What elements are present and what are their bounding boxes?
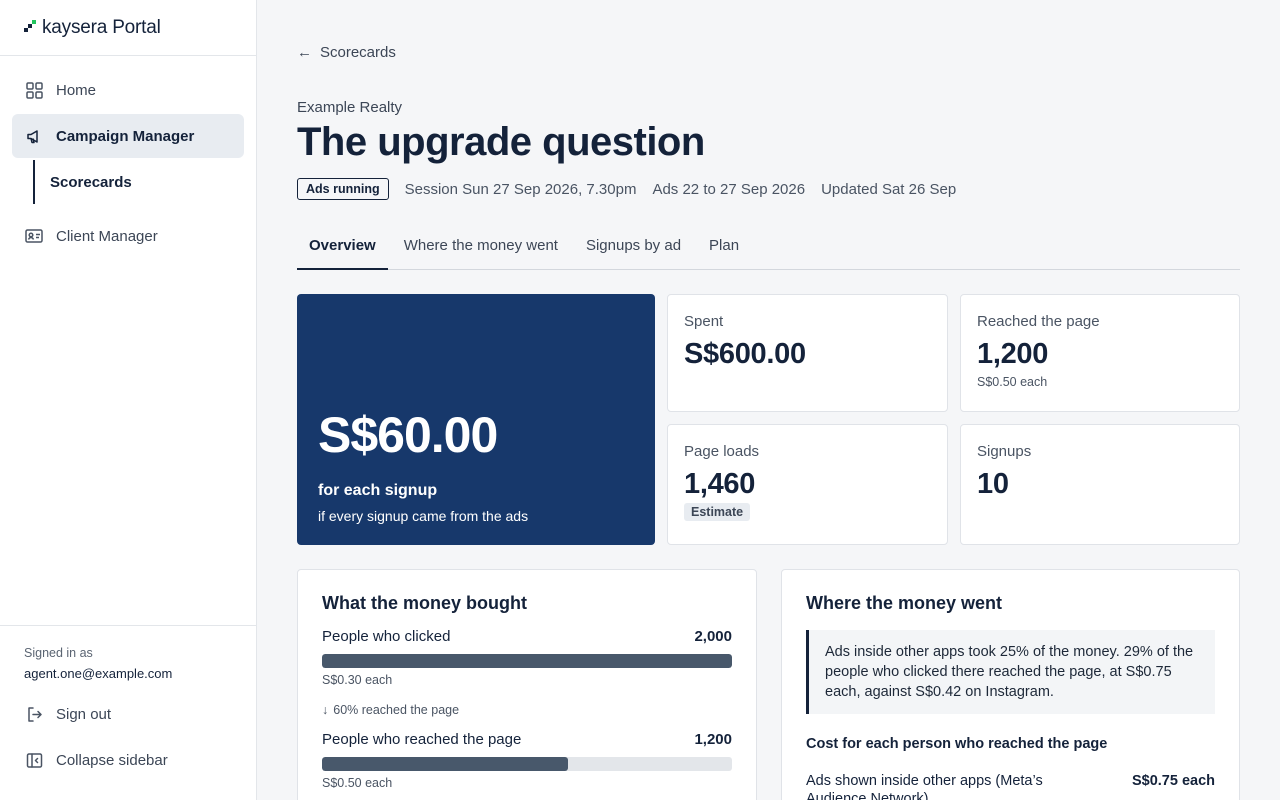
stat-label: Page loads bbox=[684, 443, 760, 460]
sidebar-item-campaign-manager[interactable]: Campaign Manager bbox=[12, 114, 244, 158]
reached-page-card: Reached the page 1,200 S$0.50 each bbox=[960, 294, 1240, 412]
money-went-card: Where the money went Ads inside other ap… bbox=[781, 569, 1240, 800]
stat-label: Reached the page bbox=[977, 313, 1100, 330]
sidebar-item-client-manager[interactable]: Client Manager bbox=[12, 214, 244, 258]
funnel-note: S$0.30 each bbox=[322, 673, 393, 687]
sidebar-subitem-scorecards[interactable]: Scorecards bbox=[33, 160, 244, 204]
collapse-sidebar-label: Collapse sidebar bbox=[56, 751, 168, 769]
sidebar-item-label: Client Manager bbox=[56, 227, 158, 245]
tab-plan[interactable]: Plan bbox=[697, 226, 751, 270]
funnel-label: People who reached the page bbox=[322, 731, 522, 748]
sidebar: kaysera Portal Home Campaign Manager Sco… bbox=[0, 0, 257, 800]
stat-label: Spent bbox=[684, 313, 724, 330]
sign-out-icon bbox=[25, 705, 43, 723]
stat-value: S$600.00 bbox=[684, 338, 806, 370]
session-date: Session Sun 27 Sep 2026, 7.30pm bbox=[404, 180, 637, 198]
cost-per-signup-note: if every signup came from the ads bbox=[318, 508, 529, 524]
cost-row: Ads shown inside other apps (Meta’s Audi… bbox=[806, 772, 1215, 800]
sidebar-subitem-label: Scorecards bbox=[50, 173, 132, 191]
stat-value: 1,200 bbox=[977, 338, 1049, 370]
brand-logo-icon bbox=[24, 19, 36, 32]
signups-card: Signups 10 bbox=[960, 424, 1240, 545]
funnel-note: S$0.50 each bbox=[322, 776, 393, 790]
page-loads-card: Page loads 1,460 Estimate bbox=[667, 424, 948, 545]
sidebar-item-home[interactable]: Home bbox=[12, 68, 244, 112]
id-card-icon bbox=[25, 227, 43, 245]
funnel-label: People who clicked bbox=[322, 628, 451, 645]
stat-label: Signups bbox=[977, 443, 1032, 460]
meta-row: Ads running Session Sun 27 Sep 2026, 7.3… bbox=[297, 178, 972, 200]
card-title: Where the money went bbox=[806, 593, 1003, 613]
tab-bar: Overview Where the money went Signups by… bbox=[297, 226, 1240, 270]
sidebar-item-label: Campaign Manager bbox=[56, 127, 195, 145]
funnel-drop-note: ↓ 60% reached the page bbox=[322, 703, 732, 717]
tab-signups-by-ad[interactable]: Signups by ad bbox=[574, 226, 693, 270]
cost-value: S$0.75 each bbox=[1131, 773, 1215, 789]
cost-per-signup-value: S$60.00 bbox=[318, 407, 498, 463]
client-name: Example Realty bbox=[297, 99, 403, 116]
sidebar-item-label: Home bbox=[56, 81, 97, 99]
grid-icon bbox=[25, 81, 43, 99]
sidebar-footer: Signed in as agent.one@example.com Sign … bbox=[0, 625, 256, 800]
ads-date-range: Ads 22 to 27 Sep 2026 bbox=[652, 180, 806, 198]
funnel-bar-fill bbox=[322, 654, 732, 668]
updated-date: Updated Sat 26 Sep bbox=[821, 180, 957, 198]
funnel-value: 1,200 bbox=[694, 731, 732, 748]
arrow-down-icon: ↓ bbox=[322, 703, 329, 717]
stat-value: 10 bbox=[977, 468, 1009, 500]
signed-in-label: Signed in as bbox=[24, 646, 93, 660]
funnel-value: 2,000 bbox=[694, 628, 732, 645]
cost-subhead: Cost for each person who reached the pag… bbox=[806, 736, 1108, 752]
funnel-bar-track bbox=[322, 654, 732, 668]
back-link-label: Scorecards bbox=[320, 44, 396, 61]
page-title: The upgrade question bbox=[297, 120, 705, 164]
megaphone-icon bbox=[25, 127, 43, 145]
signed-in-email: agent.one@example.com bbox=[24, 666, 173, 681]
tab-overview[interactable]: Overview bbox=[297, 226, 388, 270]
status-badge: Ads running bbox=[297, 178, 389, 200]
sign-out-label: Sign out bbox=[56, 705, 112, 723]
brand-name: kaysera Portal bbox=[42, 16, 161, 38]
sign-out-button[interactable]: Sign out bbox=[0, 691, 256, 737]
stat-sub: S$0.50 each bbox=[977, 375, 1048, 389]
cost-per-signup-card: S$60.00 for each signup if every signup … bbox=[297, 294, 655, 545]
brand[interactable]: kaysera Portal bbox=[0, 0, 256, 56]
cost-per-signup-label: for each signup bbox=[318, 482, 438, 499]
funnel-bar-track bbox=[322, 757, 732, 771]
stat-value: 1,460 bbox=[684, 468, 756, 500]
funnel-row-clicked: People who clicked 2,000 bbox=[322, 628, 732, 645]
money-bought-card: What the money bought People who clicked… bbox=[297, 569, 757, 800]
card-title: What the money bought bbox=[322, 593, 527, 613]
funnel-bar-fill bbox=[322, 757, 568, 771]
cost-label: Ads shown inside other apps (Meta’s Audi… bbox=[806, 773, 1043, 800]
drop-note-text: 60% reached the page bbox=[333, 703, 460, 717]
back-to-scorecards-link[interactable]: ← Scorecards bbox=[297, 44, 396, 61]
arrow-left-icon: ← bbox=[297, 44, 312, 61]
tab-where-the-money-went[interactable]: Where the money went bbox=[392, 226, 570, 270]
funnel-row-reached: People who reached the page 1,200 bbox=[322, 731, 732, 748]
insight-callout: Ads inside other apps took 25% of the mo… bbox=[806, 630, 1215, 714]
estimate-badge: Estimate bbox=[684, 503, 751, 521]
sidebar-collapse-icon bbox=[25, 751, 43, 769]
sidebar-nav: Home Campaign Manager Scorecards Client … bbox=[0, 56, 256, 258]
spent-card: Spent S$600.00 bbox=[667, 294, 948, 412]
collapse-sidebar-button[interactable]: Collapse sidebar bbox=[0, 737, 256, 783]
